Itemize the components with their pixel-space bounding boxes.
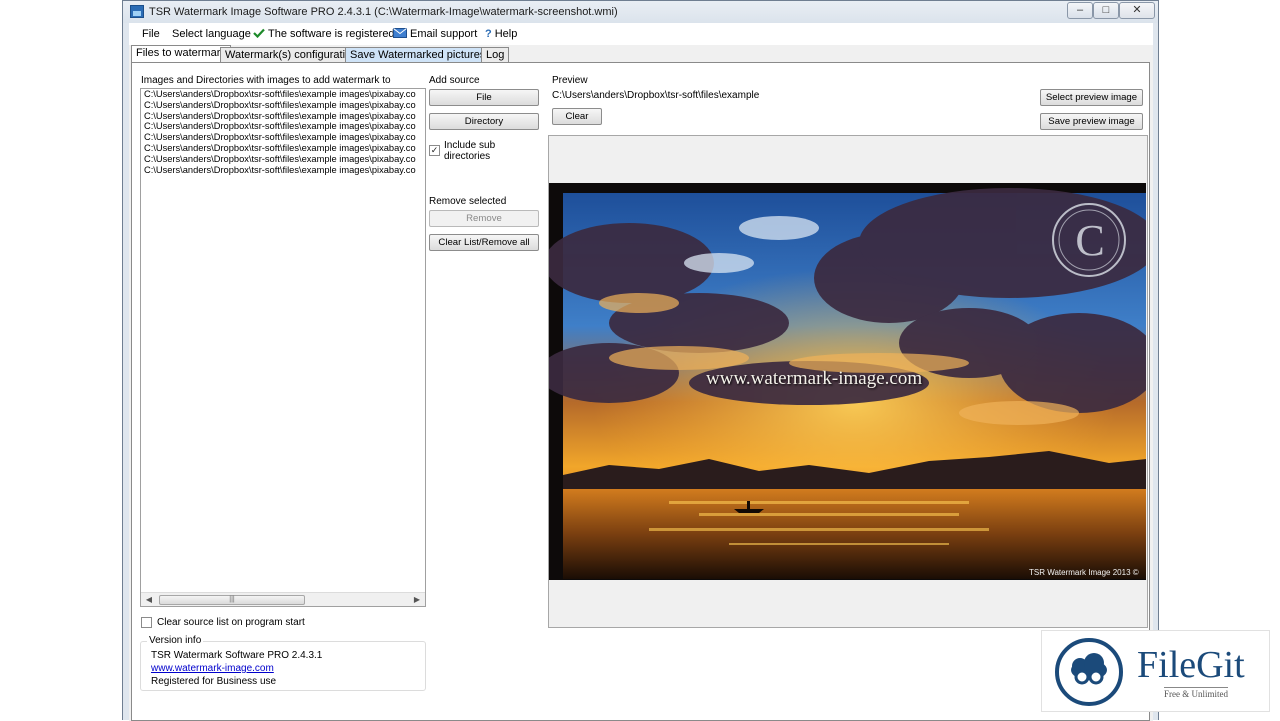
maximize-button[interactable]: □ (1093, 2, 1119, 19)
list-item[interactable]: C:\Users\anders\Dropbox\tsr-soft\files\e… (141, 165, 425, 176)
preview-path: C:\Users\anders\Dropbox\tsr-soft\files\e… (552, 90, 760, 101)
files-list-label: Images and Directories with images to ad… (141, 75, 391, 86)
checkmark-icon (253, 28, 265, 38)
list-item[interactable]: C:\Users\anders\Dropbox\tsr-soft\files\e… (141, 100, 425, 111)
version-product: TSR Watermark Software PRO 2.4.3.1 (151, 650, 323, 661)
client-area: File Select language The software is reg… (129, 23, 1153, 721)
list-item[interactable]: C:\Users\anders\Dropbox\tsr-soft\files\e… (141, 154, 425, 165)
tab-log[interactable]: Log (481, 47, 510, 63)
version-url-link[interactable]: www.watermark-image.com (151, 663, 274, 674)
menu-help[interactable]: ? Help (485, 28, 517, 40)
list-item[interactable]: C:\Users\anders\Dropbox\tsr-soft\files\e… (141, 121, 425, 132)
include-sub-checkbox[interactable]: ✓ (429, 145, 440, 156)
include-sub-label-2: directories (444, 151, 491, 162)
select-preview-image-button[interactable]: Select preview image (1040, 89, 1143, 106)
scroll-right-icon[interactable]: ▶ (411, 594, 423, 606)
menu-select-language-label: Select language (172, 28, 251, 40)
tab-watermark-configuration[interactable]: Watermark(s) configuration (220, 47, 363, 63)
title-bar[interactable]: TSR Watermark Image Software PRO 2.4.3.1… (123, 1, 1158, 23)
envelope-icon (393, 28, 407, 38)
filegit-tagline: Free & Unlimited (1164, 687, 1228, 699)
version-license: Registered for Business use (151, 676, 277, 687)
menu-email-support-label: Email support (410, 28, 478, 40)
save-preview-image-button[interactable]: Save preview image (1040, 113, 1143, 130)
menu-file-label: File (142, 28, 160, 40)
menu-registered-label: The software is registered (268, 28, 395, 40)
filegit-name: FileGit (1137, 644, 1245, 686)
clear-on-start-label: Clear source list on program start (157, 617, 305, 628)
add-directory-button[interactable]: Directory (429, 113, 539, 130)
preview-copyright-symbol: C (1075, 216, 1105, 265)
preview-label: Preview (552, 75, 588, 86)
preview-image: C www.watermark-image.com TSR Watermark … (549, 183, 1146, 580)
version-info-title: Version info (147, 635, 204, 646)
include-sub-label: Include sub (444, 140, 496, 151)
remove-selected-label: Remove selected (429, 196, 507, 207)
app-icon (130, 5, 144, 18)
list-item[interactable]: C:\Users\anders\Dropbox\tsr-soft\files\e… (141, 143, 425, 154)
filegit-badge: FileGit Free & Unlimited (1041, 630, 1270, 712)
close-button[interactable]: ✕ (1119, 2, 1155, 19)
tab-files-to-watermark[interactable]: Files to watermark (131, 45, 231, 63)
preview-watermark-text: www.watermark-image.com (706, 368, 923, 389)
files-listbox[interactable]: C:\Users\anders\Dropbox\tsr-soft\files\e… (140, 88, 426, 607)
menu-select-language[interactable]: Select language (172, 28, 251, 40)
help-icon: ? (485, 28, 492, 40)
preview-area: C www.watermark-image.com TSR Watermark … (548, 135, 1148, 628)
files-tab-panel: Images and Directories with images to ad… (131, 62, 1150, 721)
menu-bar: File Select language The software is reg… (129, 23, 1153, 45)
list-item[interactable]: C:\Users\anders\Dropbox\tsr-soft\files\e… (141, 132, 425, 143)
version-info-group: Version info TSR Watermark Software PRO … (140, 635, 426, 691)
scrollbar-thumb[interactable]: ||| (159, 595, 305, 605)
minimize-button[interactable]: – (1067, 2, 1093, 19)
menu-help-label: Help (494, 28, 518, 40)
menu-email-support[interactable]: Email support (393, 28, 477, 40)
preview-clear-button[interactable]: Clear (552, 108, 602, 125)
clear-list-button[interactable]: Clear List/Remove all (429, 234, 539, 251)
add-source-label: Add source (429, 75, 480, 86)
list-item[interactable]: C:\Users\anders\Dropbox\tsr-soft\files\e… (141, 89, 425, 100)
menu-registered[interactable]: The software is registered (253, 28, 395, 40)
app-window: TSR Watermark Image Software PRO 2.4.3.1… (122, 0, 1159, 721)
menu-file[interactable]: File (142, 28, 160, 40)
preview-copyright-text: TSR Watermark Image 2013 © (1029, 568, 1139, 577)
clear-on-start-checkbox[interactable] (141, 617, 152, 628)
window-title: TSR Watermark Image Software PRO 2.4.3.1… (149, 6, 618, 18)
horizontal-scrollbar[interactable]: ◀ ||| ▶ (141, 592, 425, 606)
remove-button[interactable]: Remove (429, 210, 539, 227)
scroll-left-icon[interactable]: ◀ (143, 594, 155, 606)
list-item[interactable]: C:\Users\anders\Dropbox\tsr-soft\files\e… (141, 111, 425, 122)
filegit-logo-icon (1055, 638, 1123, 706)
add-file-button[interactable]: File (429, 89, 539, 106)
